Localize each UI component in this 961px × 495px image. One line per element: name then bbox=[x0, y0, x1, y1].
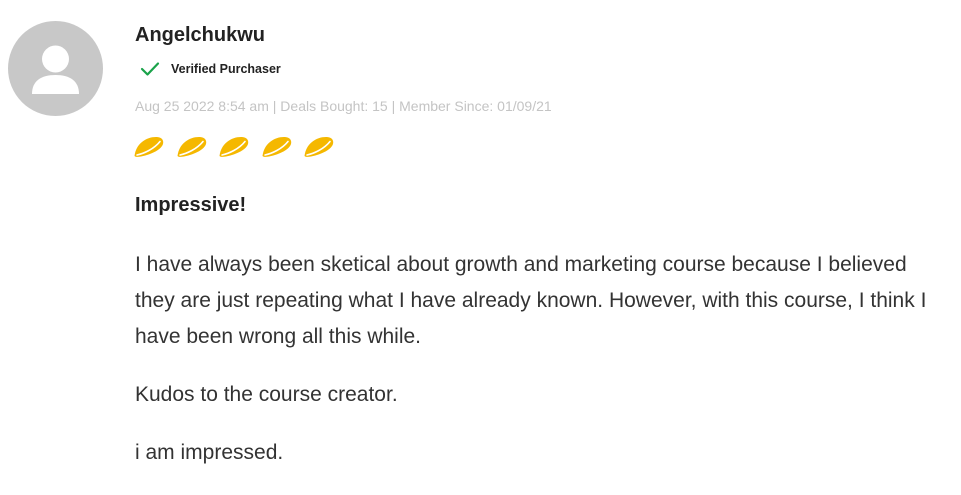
rating bbox=[133, 135, 346, 159]
reviewer-name: Angelchukwu bbox=[135, 24, 266, 46]
taco-icon bbox=[218, 135, 250, 159]
taco-icon bbox=[133, 135, 165, 159]
review-paragraph: i am impressed. bbox=[135, 441, 284, 464]
verified-label: Verified Purchaser bbox=[171, 62, 281, 76]
user-silhouette-icon bbox=[32, 45, 79, 94]
checkmark-icon bbox=[140, 62, 160, 76]
avatar bbox=[8, 21, 103, 116]
taco-icon bbox=[261, 135, 293, 159]
review-paragraph: Kudos to the course creator. bbox=[135, 383, 398, 406]
taco-icon bbox=[303, 135, 335, 159]
review-title: Impressive! bbox=[135, 194, 247, 216]
verified-badge: Verified Purchaser bbox=[140, 58, 281, 80]
review-meta: Aug 25 2022 8:54 am | Deals Bought: 15 |… bbox=[135, 98, 552, 114]
taco-icon bbox=[176, 135, 208, 159]
review-body: I have always been sketical about growth… bbox=[135, 247, 950, 493]
review-card: Angelchukwu Verified Purchaser Aug 25 20… bbox=[0, 0, 961, 495]
review-paragraph: I have always been sketical about growth… bbox=[135, 253, 927, 348]
